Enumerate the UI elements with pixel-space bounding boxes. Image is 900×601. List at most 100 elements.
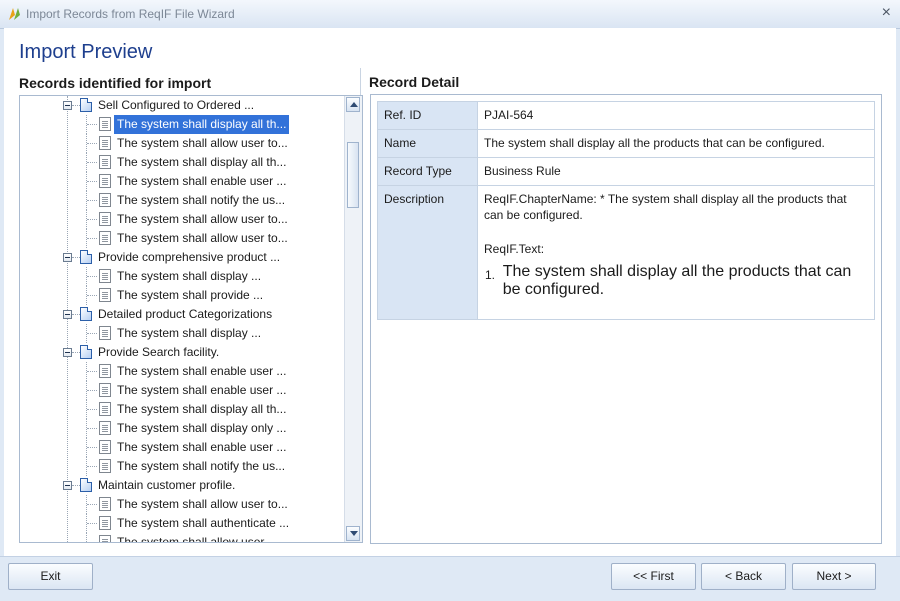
tree-record-label: The system shall display only ... <box>117 421 287 435</box>
tree-record-row[interactable]: The system shall provide ... <box>20 286 344 305</box>
tree-record-row[interactable]: The system shall display only ... <box>20 419 344 438</box>
tree-record-label: The system shall display ... <box>117 326 262 340</box>
record-type-label: Record Type <box>377 157 478 186</box>
records-tree[interactable]: Sell Configured to Ordered ... The system… <box>19 95 363 543</box>
tree-record-row[interactable]: The system shall enable user ... <box>20 362 344 381</box>
detail-row-description: Description ReqIF.ChapterName: * The sys… <box>377 185 875 320</box>
first-button[interactable]: << First <box>611 563 696 590</box>
tree-record-row[interactable]: The system shall allow user to... <box>20 495 344 514</box>
document-icon <box>99 174 111 188</box>
tree-group-label: Provide Search facility. <box>98 345 220 359</box>
next-button[interactable]: Next > <box>792 563 876 590</box>
document-icon <box>99 288 111 302</box>
tree-group-row[interactable]: Provide Search facility. <box>20 343 344 362</box>
tree-record-label: The system shall allow user to... <box>117 231 288 245</box>
tree-group-label: Sell Configured to Ordered ... <box>98 98 255 112</box>
document-icon <box>99 155 111 169</box>
records-panel-title: Records identified for import <box>19 75 212 91</box>
tree-record-row[interactable]: The system shall allow user to... <box>20 134 344 153</box>
tree-record-row[interactable]: The system shall notify the us... <box>20 457 344 476</box>
records-tree-viewport: Sell Configured to Ordered ... The system… <box>20 96 344 542</box>
tree-group-row[interactable]: Maintain customer profile. <box>20 476 344 495</box>
document-icon <box>99 364 111 378</box>
collapse-icon[interactable] <box>63 348 72 357</box>
tree-vertical-scrollbar[interactable] <box>344 96 362 542</box>
tree-group-row[interactable]: Provide comprehensive product ... <box>20 248 344 267</box>
tree-record-row[interactable]: The system shall enable user ... <box>20 438 344 457</box>
document-icon <box>99 117 111 131</box>
record-type-value: Business Rule <box>477 157 875 186</box>
tree-record-row[interactable]: The system shall allow user to... <box>20 210 344 229</box>
tree-connector-line <box>72 485 80 486</box>
wizard-client-area: Import Preview Records identified for im… <box>4 28 896 556</box>
tree-connector-line <box>87 409 97 410</box>
tree-connector-line <box>87 466 97 467</box>
close-icon[interactable]: × <box>882 4 891 22</box>
document-icon <box>99 516 111 530</box>
tree-group-row[interactable]: Detailed product Categorizations <box>20 305 344 324</box>
collapse-icon[interactable] <box>63 101 72 110</box>
tree-connector-line <box>72 352 80 353</box>
tree-connector-line <box>87 143 97 144</box>
collapse-icon[interactable] <box>63 310 72 319</box>
tree-record-label-selected: The system shall display all th... <box>114 115 290 134</box>
folder-document-icon <box>80 478 92 492</box>
scroll-down-button[interactable] <box>346 526 360 541</box>
tree-connector-line <box>72 314 80 315</box>
tree-record-label: The system shall display ... <box>117 269 262 283</box>
tree-group-row[interactable]: Sell Configured to Ordered ... <box>20 96 344 115</box>
back-button[interactable]: < Back <box>701 563 786 590</box>
page-title: Import Preview <box>19 41 153 63</box>
document-icon <box>99 326 111 340</box>
document-icon <box>99 231 111 245</box>
tree-connector-line <box>87 276 97 277</box>
description-list: 1. The system shall display all the prod… <box>484 263 868 299</box>
tree-record-row[interactable]: The system shall display all th... <box>20 153 344 172</box>
collapse-icon[interactable] <box>63 481 72 490</box>
detail-row-name: Name The system shall display all the pr… <box>377 129 875 158</box>
tree-record-row[interactable]: The system shall display ... <box>20 267 344 286</box>
tree-record-row[interactable]: The system shall enable user ... <box>20 172 344 191</box>
document-icon <box>99 535 111 542</box>
tree-record-label: The system shall display all th... <box>117 402 287 416</box>
scroll-up-button[interactable] <box>346 97 360 112</box>
folder-document-icon <box>80 307 92 321</box>
tree-record-row[interactable]: The system shall allow user to... <box>20 229 344 248</box>
document-icon <box>99 459 111 473</box>
tree-record-label: The system shall allow user to... <box>117 212 288 226</box>
tree-record-row[interactable]: The system shall enable user ... <box>20 381 344 400</box>
tree-record-row[interactable]: The system shall display all th... <box>20 115 344 134</box>
tree-record-row[interactable]: The system shall authenticate ... <box>20 514 344 533</box>
document-icon <box>99 136 111 150</box>
folder-document-icon <box>80 98 92 112</box>
wizard-footer: Exit << First < Back Next > <box>0 556 900 601</box>
folder-document-icon <box>80 250 92 264</box>
description-chapter-name: ReqIF.ChapterName: * The system shall di… <box>484 192 847 222</box>
scrollbar-thumb[interactable] <box>347 142 359 208</box>
tree-connector-line <box>87 200 97 201</box>
record-detail-panel: Ref. ID PJAI-564 Name The system shall d… <box>370 94 882 544</box>
tree-group-label: Detailed product Categorizations <box>98 307 273 321</box>
tree-record-label: The system shall enable user ... <box>117 174 287 188</box>
tree-connector-line <box>87 504 97 505</box>
tree-record-row[interactable]: The system shall display all th... <box>20 400 344 419</box>
window-title: Import Records from ReqIF File Wizard <box>26 7 235 21</box>
document-icon <box>99 269 111 283</box>
tree-connector-line <box>87 333 97 334</box>
tree-record-row[interactable]: The system shall notify the us... <box>20 191 344 210</box>
tree-record-label: The system shall enable user ... <box>117 383 287 397</box>
detail-row-record-type: Record Type Business Rule <box>377 157 875 186</box>
tree-connector-line <box>87 390 97 391</box>
record-detail-table: Ref. ID PJAI-564 Name The system shall d… <box>377 101 875 320</box>
tree-connector-line <box>87 219 97 220</box>
tree-record-row[interactable]: The system shall allow user ... <box>20 533 344 542</box>
tree-connector-line <box>72 105 80 106</box>
exit-button[interactable]: Exit <box>8 563 93 590</box>
collapse-icon[interactable] <box>63 253 72 262</box>
tree-connector-line <box>87 181 97 182</box>
tree-connector-line <box>87 238 97 239</box>
record-detail-title: Record Detail <box>369 74 460 90</box>
document-icon <box>99 383 111 397</box>
tree-record-row[interactable]: The system shall display ... <box>20 324 344 343</box>
window-titlebar: Import Records from ReqIF File Wizard × <box>0 0 900 29</box>
